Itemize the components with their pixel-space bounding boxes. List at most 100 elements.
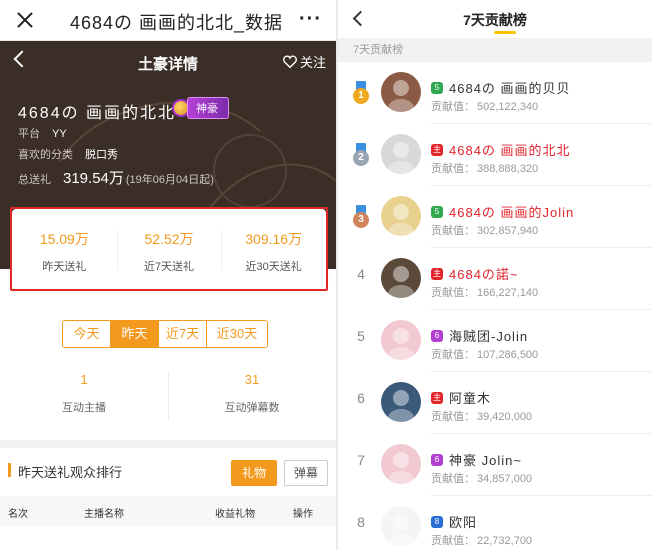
badge-label: 神豪 <box>187 97 229 119</box>
ranking-navbar: 7天贡献榜 <box>338 0 652 38</box>
column-header: 名次 <box>8 509 28 520</box>
column-header: 收益礼物 <box>215 509 255 520</box>
medal-icon: 3 <box>353 205 369 229</box>
level-badge: 主 <box>431 267 443 280</box>
ranking-page-title: 7天贡献榜 <box>463 12 527 28</box>
contributor-name[interactable]: 4684の 画画的Jolin <box>449 202 574 221</box>
browser-topbar: 4684の 画画的北北_数据 ··· <box>0 0 336 41</box>
column-header: 操作 <box>293 509 313 520</box>
gift-button[interactable]: 礼物 <box>231 460 277 486</box>
contribution-value-row: 贡献值： 39,420,000 <box>431 408 532 424</box>
window-title: 4684の 画画的北北_数据 <box>70 13 284 33</box>
list-item[interactable]: 3 5 4684の 画画的Jolin 贡献值： 302,857,940 <box>338 186 652 248</box>
total-value: 319.54万 <box>63 170 124 187</box>
value-label: 贡献值： <box>431 163 475 175</box>
rank-number: 3 <box>353 212 369 228</box>
close-icon[interactable] <box>14 9 36 31</box>
tab-yesterday[interactable]: 昨天 <box>111 321 159 347</box>
tab-7days[interactable]: 近7天 <box>159 321 207 347</box>
name-row: 6 神豪 Jolin~ <box>431 450 522 469</box>
ranking-table-header: 名次 主播名称 收益礼物 操作 <box>0 496 336 526</box>
level-badge: 主 <box>431 391 443 404</box>
category-row: 喜欢的分类 脱口秀 <box>18 146 118 162</box>
name-row: 6 海贼团-Jolin <box>431 326 528 345</box>
avatar[interactable] <box>381 72 421 112</box>
ranking-header: 昨天送礼观众排行 礼物 弹幕 <box>0 448 336 496</box>
stat-label: 昨天送礼 <box>42 261 87 273</box>
level-badge: 6 <box>431 329 443 342</box>
level-badge: 主 <box>431 143 443 156</box>
value-label: 贡献值： <box>431 225 475 237</box>
value-label: 贡献值： <box>431 101 475 113</box>
avatar[interactable] <box>381 506 421 546</box>
list-item[interactable]: 2 主 4684の 画画的北北 贡献值： 388,888,320 <box>338 124 652 186</box>
gift-stats-card: 15.09万 昨天送礼 52.52万 近7天送礼 309.16万 近30天送礼 <box>10 207 328 291</box>
contributor-name[interactable]: 4684の 画画的北北 <box>449 140 571 159</box>
contributor-name[interactable]: 阿童木 <box>449 388 491 407</box>
more-options-icon[interactable]: ··· <box>299 8 322 31</box>
avatar[interactable] <box>381 320 421 360</box>
platform-row: 平台 YY <box>18 125 67 141</box>
avatar[interactable] <box>381 134 421 174</box>
contribution-value-row: 贡献值： 22,732,700 <box>431 532 532 548</box>
list-item[interactable]: 6 主阿童木 贡献值： 39,420,000 <box>338 372 652 434</box>
rank-number: 2 <box>353 150 369 166</box>
contribution-value: 502,122,340 <box>477 101 539 113</box>
count-hosts: 1 互动主播 <box>0 372 168 415</box>
user-name: 4684の 画画的北北 <box>18 105 177 122</box>
contributor-name[interactable]: 欧阳 <box>449 512 477 531</box>
medal-icon: 1 <box>353 81 369 105</box>
tab-30days[interactable]: 近30天 <box>207 321 267 347</box>
stat-label: 近30天送礼 <box>245 261 302 273</box>
list-item[interactable]: 7 6 神豪 Jolin~ 贡献值： 34,857,000 <box>338 434 652 496</box>
total-gift-row: 总送礼 319.54万 (19年06月04日起) <box>18 167 214 188</box>
avatar[interactable] <box>381 196 421 236</box>
stat-value: 15.09万 <box>39 231 89 247</box>
section-divider <box>0 440 336 448</box>
contribution-value-row: 贡献值： 302,857,940 <box>431 222 538 238</box>
platform-label: 平台 <box>18 128 40 140</box>
contributor-name[interactable]: 4684の諾~ <box>449 264 519 283</box>
contributor-name[interactable]: 神豪 Jolin~ <box>449 450 522 469</box>
value-label: 贡献值： <box>431 535 475 547</box>
list-item[interactable]: 5 6 海贼团-Jolin 贡献值： 107,286,500 <box>338 310 652 372</box>
contribution-value: 39,420,000 <box>477 411 533 423</box>
rank-number: 8 <box>357 514 365 530</box>
contribution-value: 22,732,700 <box>477 535 533 547</box>
count-value: 31 <box>244 372 260 387</box>
level-badge: 6 <box>431 453 443 466</box>
period-tabs: 今天 昨天 近7天 近30天 <box>62 320 268 348</box>
value-label: 贡献值： <box>431 411 475 423</box>
total-label: 总送礼 <box>18 174 51 186</box>
heart-icon <box>283 55 297 68</box>
follow-button[interactable]: 关注 <box>283 52 326 71</box>
rank-badge: 神豪 <box>172 97 229 119</box>
avatar[interactable] <box>381 444 421 484</box>
tab-today[interactable]: 今天 <box>63 321 111 347</box>
contributor-name[interactable]: 4684の 画画的贝贝 <box>449 78 571 97</box>
interaction-counts: 1 互动主播 31 互动弹幕数 <box>0 372 336 420</box>
contribution-value-row: 贡献值： 34,857,000 <box>431 470 532 486</box>
follow-label: 关注 <box>299 55 326 70</box>
value-label: 贡献值： <box>431 349 475 361</box>
value-label: 贡献值： <box>431 287 475 299</box>
list-item[interactable]: 4 主 4684の諾~ 贡献值： 166,227,140 <box>338 248 652 310</box>
contribution-value: 34,857,000 <box>477 473 533 485</box>
level-badge: 5 <box>431 81 443 94</box>
avatar[interactable] <box>381 382 421 422</box>
list-item[interactable]: 8 8 欧阳 贡献值： 22,732,700 <box>338 496 652 550</box>
contribution-value-row: 贡献值： 166,227,140 <box>431 284 538 300</box>
ranking-title: 昨天送礼观众排行 <box>18 465 123 480</box>
danmu-button[interactable]: 弹幕 <box>284 460 328 486</box>
platform-value: YY <box>52 128 67 140</box>
contributor-name[interactable]: 海贼团-Jolin <box>449 326 528 345</box>
name-row: 主 4684の諾~ <box>431 264 519 283</box>
since-date: (19年06月04日起) <box>125 174 214 186</box>
avatar[interactable] <box>381 258 421 298</box>
category-label: 喜欢的分类 <box>18 149 73 161</box>
contribution-list: 1 5 4684の 画画的贝贝 贡献值： 502,122,340 2 主 4684の 画画的北… <box>338 62 652 550</box>
name-row: 主 4684の 画画的北北 <box>431 140 571 159</box>
name-row: 5 4684の 画画的贝贝 <box>431 78 571 97</box>
contribution-value-row: 贡献值： 388,888,320 <box>431 160 538 176</box>
list-item[interactable]: 1 5 4684の 画画的贝贝贡献值： 502,122,340 <box>338 62 652 124</box>
